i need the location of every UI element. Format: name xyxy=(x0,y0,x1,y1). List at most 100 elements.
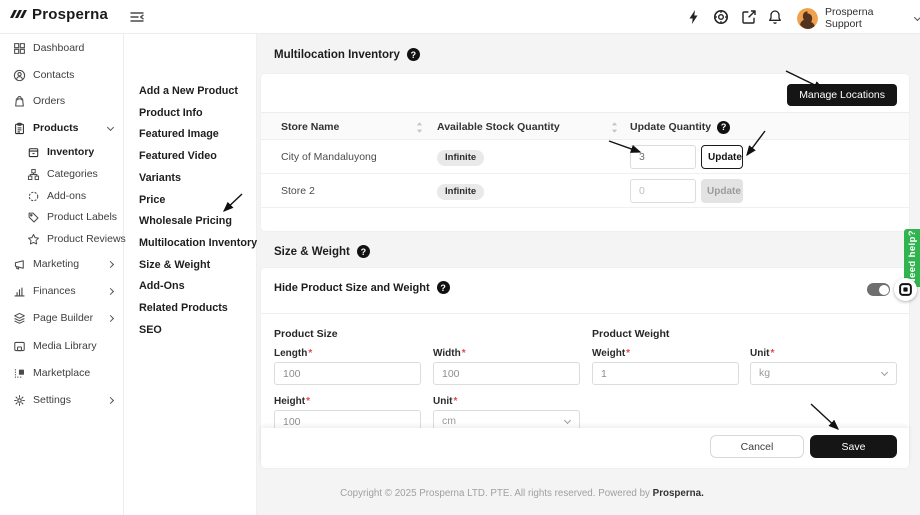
user-menu[interactable]: Prosperna Support xyxy=(797,6,920,30)
multilocation-section-title: Multilocation Inventory ? xyxy=(274,48,420,61)
product-nav-add-new-product[interactable]: Add a New Product xyxy=(124,82,257,100)
dashboard-icon xyxy=(13,42,26,55)
chevron-down-icon xyxy=(914,14,920,21)
sidebar-item-add-ons[interactable]: Add-ons xyxy=(0,186,124,206)
sidebar-item-settings[interactable]: Settings xyxy=(0,390,124,410)
product-nav-related-products[interactable]: Related Products xyxy=(124,299,257,317)
toggle-knob xyxy=(879,285,889,295)
chat-widget-icon xyxy=(899,283,912,296)
sidebar-item-dashboard[interactable]: Dashboard xyxy=(0,38,124,58)
tag-icon xyxy=(27,211,40,224)
bar-chart-icon xyxy=(13,285,26,298)
product-nav-product-info[interactable]: Product Info xyxy=(124,104,257,122)
product-nav-size-weight[interactable]: Size & Weight xyxy=(124,256,257,274)
sidebar-item-page-builder[interactable]: Page Builder xyxy=(0,308,124,328)
main-sidebar: Dashboard Contacts Orders Products Inven… xyxy=(0,34,124,515)
help-icon[interactable]: ? xyxy=(407,48,420,61)
sidebar-item-media-library[interactable]: Media Library xyxy=(0,336,124,356)
table-header: Store Name Available Stock Quantity Upda… xyxy=(261,112,909,140)
chevron-right-icon xyxy=(107,287,114,294)
chevron-down-icon xyxy=(564,417,571,424)
megaphone-icon xyxy=(13,258,26,271)
avatar xyxy=(797,8,818,29)
brand-logo[interactable]: Prosperna xyxy=(9,6,108,23)
top-header: Prosperna xyxy=(0,0,920,34)
manage-locations-button[interactable]: Manage Locations xyxy=(787,84,897,106)
weight-field[interactable] xyxy=(592,362,739,385)
chevron-right-icon xyxy=(107,314,114,321)
column-store-name: Store Name xyxy=(281,113,339,141)
width-field[interactable] xyxy=(433,362,580,385)
weight-unit-select[interactable]: kg xyxy=(750,362,897,385)
column-update-quantity: Update Quantity ? xyxy=(630,113,730,141)
quantity-input[interactable] xyxy=(630,179,696,203)
chat-widget-button[interactable] xyxy=(894,278,917,301)
table-row: Store 2 Infinite Update xyxy=(261,174,909,208)
product-nav-wholesale-pricing[interactable]: Wholesale Pricing xyxy=(124,212,257,230)
multilocation-card: Manage Locations Store Name Available St… xyxy=(261,74,909,231)
product-nav-variants[interactable]: Variants xyxy=(124,169,257,187)
sidebar-item-orders[interactable]: Orders xyxy=(0,91,124,111)
sidebar-item-marketplace[interactable]: Marketplace xyxy=(0,363,124,383)
sidebar-item-marketing[interactable]: Marketing xyxy=(0,254,124,274)
form-action-bar: Cancel Save xyxy=(261,428,909,466)
product-weight-heading: Product Weight xyxy=(592,328,669,340)
sidebar-item-product-reviews[interactable]: Product Reviews xyxy=(0,229,124,249)
categories-icon xyxy=(27,168,40,181)
brand-name: Prosperna xyxy=(32,6,108,23)
product-nav-price[interactable]: Price xyxy=(124,191,257,209)
update-button[interactable]: Update xyxy=(701,145,743,169)
sidebar-item-products[interactable]: Products xyxy=(0,118,124,138)
help-icon[interactable]: ? xyxy=(717,121,730,134)
height-label: Height* xyxy=(274,396,310,407)
sidebar-item-inventory[interactable]: Inventory xyxy=(0,142,124,162)
width-label: Width* xyxy=(433,348,466,359)
inventory-icon xyxy=(27,146,40,159)
sidebar-item-finances[interactable]: Finances xyxy=(0,281,124,301)
product-section-nav: Add a New Product Product Info Featured … xyxy=(124,34,257,515)
length-field[interactable] xyxy=(274,362,421,385)
support-target-icon[interactable] xyxy=(713,9,729,25)
chevron-right-icon xyxy=(107,396,114,403)
sort-icon[interactable] xyxy=(416,113,423,141)
divider xyxy=(261,313,909,314)
contacts-icon xyxy=(13,69,26,82)
notifications-bell-icon[interactable] xyxy=(767,9,783,25)
table-row: City of Mandaluyong Infinite Update xyxy=(261,140,909,174)
product-nav-add-ons[interactable]: Add-Ons xyxy=(124,277,257,295)
star-icon xyxy=(27,233,40,246)
layers-icon xyxy=(13,312,26,325)
cancel-button[interactable]: Cancel xyxy=(710,435,804,458)
collapse-sidebar-icon[interactable] xyxy=(129,9,145,25)
product-nav-seo[interactable]: SEO xyxy=(124,321,257,339)
media-library-icon xyxy=(13,340,26,353)
hide-size-weight-toggle[interactable] xyxy=(867,283,890,296)
footer-brand-link[interactable]: Prosperna. xyxy=(653,488,704,499)
store-name-cell: Store 2 xyxy=(281,174,315,208)
chevron-down-icon xyxy=(107,123,114,130)
product-nav-featured-video[interactable]: Featured Video xyxy=(124,147,257,165)
products-icon xyxy=(13,122,26,135)
product-size-heading: Product Size xyxy=(274,328,338,340)
product-nav-multilocation-inventory[interactable]: Multilocation Inventory xyxy=(124,234,257,252)
sidebar-item-contacts[interactable]: Contacts xyxy=(0,65,124,85)
marketplace-icon xyxy=(13,367,26,380)
quantity-input[interactable] xyxy=(630,145,696,169)
column-available-stock: Available Stock Quantity xyxy=(437,113,560,141)
external-link-icon[interactable] xyxy=(741,9,757,25)
prosperna-logo-icon xyxy=(9,7,27,23)
quick-actions-bolt-icon[interactable] xyxy=(686,9,702,25)
sidebar-item-categories[interactable]: Categories xyxy=(0,164,124,184)
store-name-cell: City of Mandaluyong xyxy=(281,140,377,174)
hide-size-weight-row: Hide Product Size and Weight ? xyxy=(274,281,450,294)
product-nav-featured-image[interactable]: Featured Image xyxy=(124,125,257,143)
help-icon[interactable]: ? xyxy=(357,245,370,258)
save-button[interactable]: Save xyxy=(810,435,897,458)
orders-icon xyxy=(13,95,26,108)
sort-icon[interactable] xyxy=(611,113,618,141)
update-button-disabled[interactable]: Update xyxy=(701,179,743,203)
help-icon[interactable]: ? xyxy=(437,281,450,294)
weight-label: Weight* xyxy=(592,348,630,359)
sidebar-item-product-labels[interactable]: Product Labels xyxy=(0,207,124,227)
size-weight-section-title: Size & Weight ? xyxy=(274,245,370,258)
